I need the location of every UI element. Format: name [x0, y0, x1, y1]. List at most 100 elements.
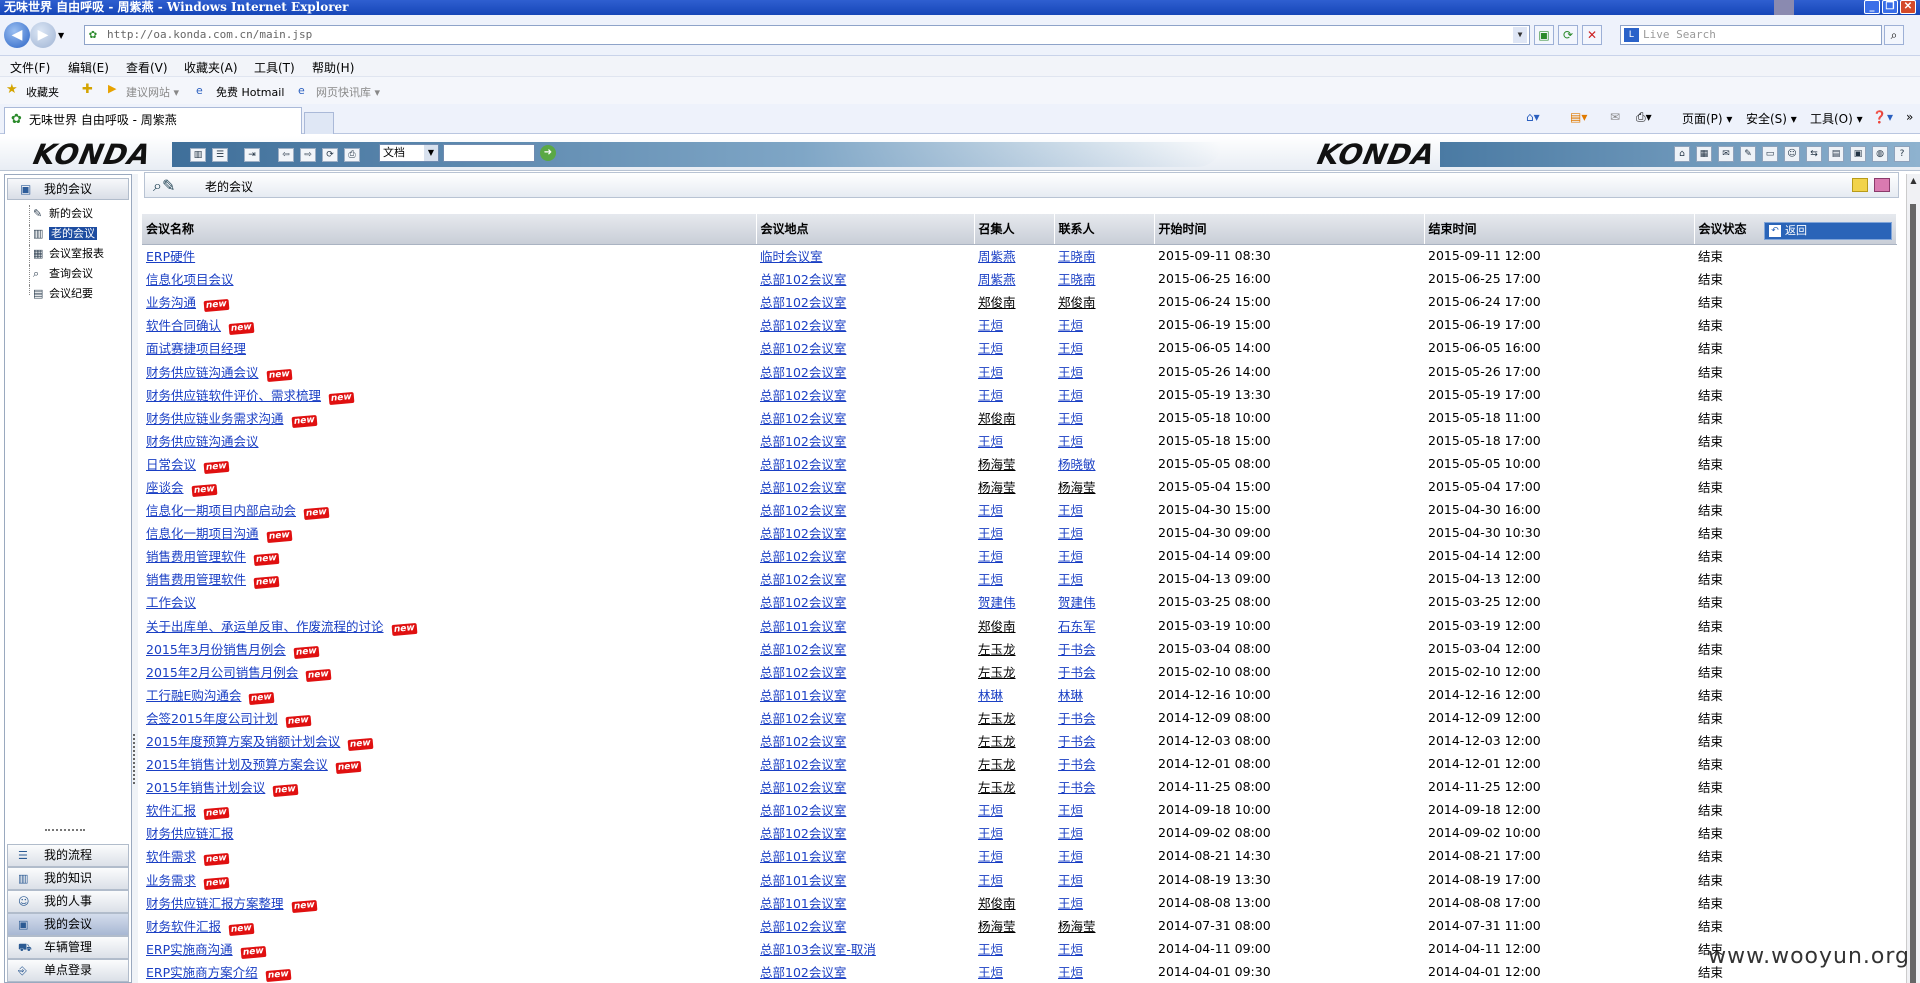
meeting-place-link[interactable]: 总部102会议室 [760, 965, 846, 980]
meeting-name-link[interactable]: 2015年2月公司销售月例会 [146, 665, 298, 680]
contact-link[interactable]: 王烜 [1058, 503, 1083, 518]
back-nav-button[interactable]: ◀ [4, 22, 30, 48]
tree-item-new-meeting[interactable]: ✎ 新的会议 [25, 205, 104, 225]
meeting-place-link[interactable]: 总部103会议室-取消 [760, 942, 876, 957]
network-tool-icon[interactable]: ⇆ [1806, 146, 1822, 162]
convener-link[interactable]: 林琳 [978, 688, 1003, 703]
convener-link[interactable]: 周紫燕 [978, 249, 1016, 264]
convener-link[interactable]: 郑俊南 [978, 411, 1016, 426]
convener-link[interactable]: 王烜 [978, 803, 1003, 818]
meeting-place-link[interactable]: 总部102会议室 [760, 295, 846, 310]
meeting-name-link[interactable]: 财务供应链业务需求沟通 [146, 411, 284, 426]
contact-link[interactable]: 王烜 [1058, 411, 1083, 426]
meeting-place-link[interactable]: 总部102会议室 [760, 341, 846, 356]
contact-link[interactable]: 王烜 [1058, 896, 1083, 911]
print-page-icon[interactable]: ⎙ [344, 148, 360, 162]
suggested-sites-link[interactable]: 建议网站 ▾ [126, 84, 179, 100]
meeting-place-link[interactable]: 总部102会议室 [760, 434, 846, 449]
contact-link[interactable]: 王烜 [1058, 826, 1083, 841]
contact-link[interactable]: 王烜 [1058, 526, 1083, 541]
convener-link[interactable]: 杨海莹 [978, 457, 1016, 472]
meeting-name-link[interactable]: 销售费用管理软件 [146, 549, 246, 564]
scroll-thumb[interactable] [1910, 204, 1916, 983]
meeting-place-link[interactable]: 总部102会议室 [760, 526, 846, 541]
meeting-name-link[interactable]: 面试赛捷项目经理 [146, 341, 246, 356]
help-tool-icon[interactable]: ? [1894, 146, 1910, 162]
convener-link[interactable]: 王烜 [978, 873, 1003, 888]
meeting-name-link[interactable]: 财务供应链汇报 [146, 826, 234, 841]
mail-icon[interactable]: ✉ [1610, 110, 1620, 124]
eraser-icon[interactable] [1874, 178, 1890, 192]
meeting-name-link[interactable]: 信息化一期项目沟通 [146, 526, 259, 541]
convener-link[interactable]: 王烜 [978, 826, 1003, 841]
convener-link[interactable]: 郑俊南 [978, 619, 1016, 634]
module-my-knowledge[interactable]: ▥ 我的知识 [7, 867, 129, 890]
contact-link[interactable]: 王烜 [1058, 803, 1083, 818]
meeting-name-link[interactable]: 软件合同确认 [146, 318, 221, 333]
vertical-scrollbar[interactable]: ▲ [1906, 174, 1920, 983]
meeting-name-link[interactable]: 业务需求 [146, 873, 196, 888]
meeting-place-link[interactable]: 总部102会议室 [760, 503, 846, 518]
convener-link[interactable]: 王烜 [978, 572, 1003, 587]
contact-link[interactable]: 王烜 [1058, 434, 1083, 449]
forward-nav-button[interactable]: ▶ [30, 22, 56, 48]
convener-link[interactable]: 郑俊南 [978, 896, 1016, 911]
compat-view-icon[interactable]: ▣ [1534, 25, 1554, 45]
search-icon[interactable]: ⌕ [1884, 25, 1904, 45]
mail-tool-icon[interactable]: ✉ [1718, 146, 1734, 162]
contact-link[interactable]: 贺建伟 [1058, 595, 1096, 610]
calendar-tool-icon[interactable]: ▦ [1696, 146, 1712, 162]
meeting-place-link[interactable]: 总部102会议室 [760, 480, 846, 495]
meeting-name-link[interactable]: 软件汇报 [146, 803, 196, 818]
contact-link[interactable]: 王烜 [1058, 341, 1083, 356]
col-header-place[interactable]: 会议地点 [756, 214, 975, 245]
address-dropdown-icon[interactable]: ▼ [1513, 27, 1527, 43]
convener-link[interactable]: 王烜 [978, 549, 1003, 564]
convener-link[interactable]: 王烜 [978, 365, 1003, 380]
meeting-place-link[interactable]: 总部102会议室 [760, 826, 846, 841]
contact-link[interactable]: 王烜 [1058, 572, 1083, 587]
convener-link[interactable]: 左玉龙 [978, 734, 1016, 749]
back-arrow-icon[interactable]: ⇦ [278, 148, 294, 162]
safety-menu[interactable]: 安全(S) ▾ [1746, 110, 1797, 127]
convener-link[interactable]: 左玉龙 [978, 780, 1016, 795]
notes-tool-icon[interactable]: ▣ [1850, 146, 1866, 162]
meeting-place-link[interactable]: 总部101会议室 [760, 619, 846, 634]
table-tool-icon[interactable]: ▤ [1828, 146, 1844, 162]
page-menu[interactable]: 页面(P) ▾ [1682, 110, 1732, 127]
back-button[interactable]: ↶ 返回 [1764, 222, 1892, 240]
tab-current[interactable]: ✿ 无味世界 自由呼吸 - 周紫燕 [4, 107, 302, 134]
meeting-place-link[interactable]: 总部102会议室 [760, 457, 846, 472]
users-tool-icon[interactable]: ☺ [1784, 146, 1800, 162]
reload-icon[interactable]: ⟳ [322, 148, 338, 162]
menu-help[interactable]: 帮助(H) [312, 59, 354, 76]
meeting-name-link[interactable]: 信息化项目会议 [146, 272, 234, 287]
convener-link[interactable]: 左玉龙 [978, 642, 1016, 657]
meeting-name-link[interactable]: 会签2015年度公司计划 [146, 711, 278, 726]
meeting-place-link[interactable]: 总部102会议室 [760, 411, 846, 426]
history-dropdown-icon[interactable]: ▼ [58, 31, 64, 40]
convener-link[interactable]: 王烜 [978, 434, 1003, 449]
sidebar-splitter[interactable] [132, 174, 138, 983]
module-my-hr[interactable]: ☺ 我的人事 [7, 890, 129, 913]
globe-tool-icon[interactable]: ◍ [1872, 146, 1888, 162]
folder-icon[interactable] [1852, 178, 1868, 192]
convener-link[interactable]: 周紫燕 [978, 272, 1016, 287]
exit-icon[interactable]: ⇥ [244, 148, 260, 162]
meeting-place-link[interactable]: 总部101会议室 [760, 873, 846, 888]
col-header-contact[interactable]: 联系人 [1054, 214, 1155, 245]
meeting-place-link[interactable]: 总部102会议室 [760, 919, 846, 934]
contact-link[interactable]: 林琳 [1058, 688, 1083, 703]
meeting-name-link[interactable]: 财务供应链软件评价、需求梳理 [146, 388, 321, 403]
meeting-place-link[interactable]: 总部102会议室 [760, 388, 846, 403]
meeting-place-link[interactable]: 总部102会议室 [760, 734, 846, 749]
new-tab-button[interactable] [304, 112, 334, 134]
convener-link[interactable]: 杨海莹 [978, 480, 1016, 495]
meeting-name-link[interactable]: ERP硬件 [146, 249, 195, 264]
contact-link[interactable]: 王烜 [1058, 388, 1083, 403]
contact-link[interactable]: 杨海莹 [1058, 919, 1096, 934]
meeting-name-link[interactable]: 关于出库单、承运单反审、作废流程的讨论 [146, 619, 384, 634]
contact-link[interactable]: 杨海莹 [1058, 480, 1096, 495]
col-header-convener[interactable]: 召集人 [974, 214, 1055, 245]
meeting-name-link[interactable]: 信息化一期项目内部启动会 [146, 503, 296, 518]
